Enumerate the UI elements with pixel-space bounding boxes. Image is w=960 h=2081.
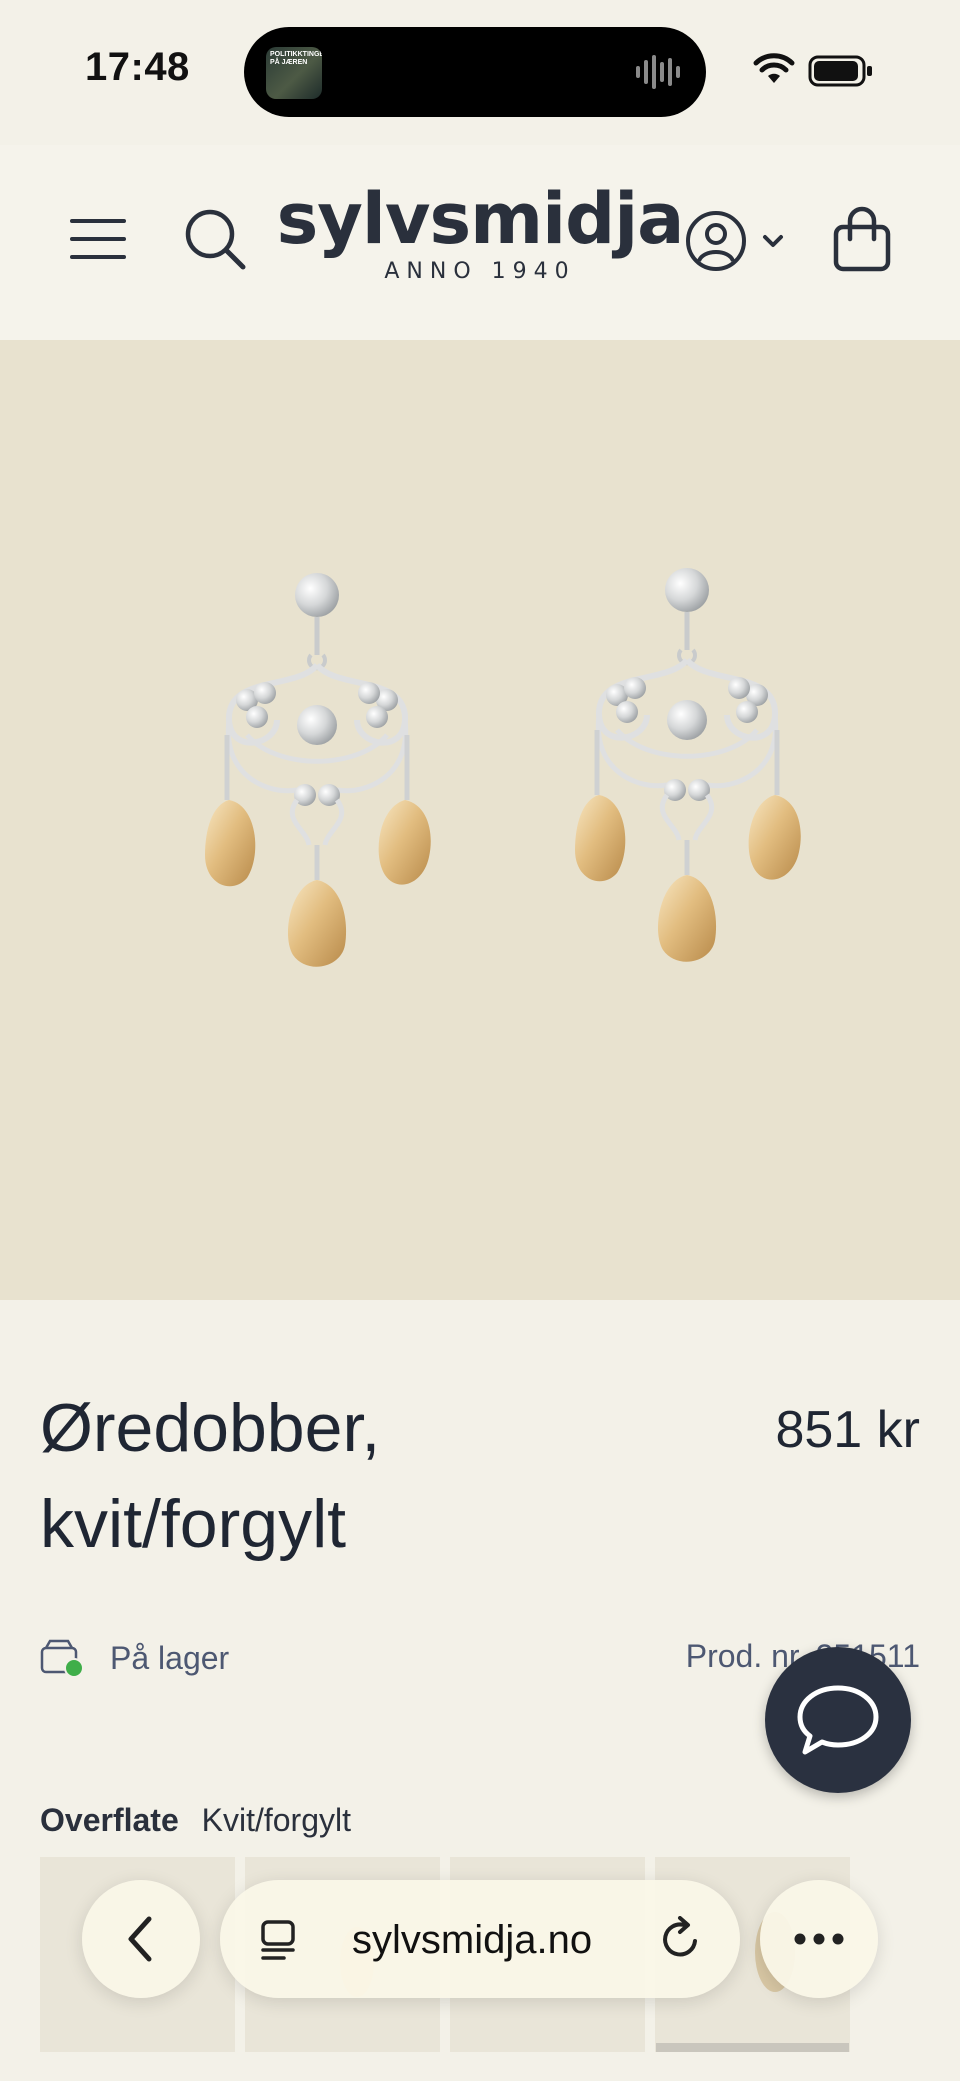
account-button[interactable]	[685, 208, 789, 274]
site-header: sylvsmidja ANNO 1940	[0, 145, 960, 341]
battery-icon	[808, 55, 872, 87]
url-text: sylvsmidja.no	[352, 1918, 593, 1962]
product-title-line-2: kvit/forgylt	[40, 1486, 347, 1562]
product-title-line-1: Øredobber,	[40, 1390, 381, 1466]
address-bar[interactable]: sylvsmidja.no	[220, 1880, 740, 1998]
reader-icon[interactable]	[258, 1918, 302, 1962]
status-time: 17:48	[85, 45, 190, 89]
earrings-image	[0, 340, 960, 1300]
thumbnail-text: POLITIKKTINGET PÅ JÆREN	[270, 51, 322, 66]
option-value: Kvit/forgylt	[201, 1802, 351, 1838]
cart-icon	[833, 206, 891, 272]
chat-bubble-icon	[797, 1685, 879, 1755]
audio-waveform-icon	[636, 55, 680, 89]
stock-box-icon	[40, 1639, 84, 1678]
option-label: Overflate	[40, 1802, 179, 1838]
account-icon	[686, 211, 783, 271]
wifi-icon	[753, 53, 795, 83]
status-bar: 17:48 POLITIKKTINGET PÅ JÆREN	[0, 0, 960, 145]
now-playing-thumbnail: POLITIKKTINGET PÅ JÆREN	[266, 47, 322, 99]
logo-wordmark: sylvsmidja	[276, 178, 685, 260]
site-logo[interactable]: sylvsmidja ANNO 1940	[0, 181, 960, 284]
stock-status: På lager	[40, 1638, 229, 1678]
dynamic-island[interactable]: POLITIKKTINGET PÅ JÆREN	[244, 27, 706, 117]
browser-back-button[interactable]	[82, 1880, 200, 1998]
product-title: Øredobber, kvit/forgylt	[40, 1380, 600, 1572]
cart-button[interactable]	[832, 205, 892, 273]
product-price: 851 kr	[775, 1401, 920, 1459]
logo-tagline: ANNO 1940	[384, 259, 576, 284]
browser-more-button[interactable]	[760, 1880, 878, 1998]
stock-text: På lager	[110, 1639, 230, 1676]
more-icon	[794, 1933, 844, 1945]
product-image[interactable]	[0, 340, 960, 1300]
reload-icon[interactable]	[658, 1916, 704, 1962]
option-row: Overflate Kvit/forgylt	[40, 1802, 351, 1839]
back-icon	[128, 1916, 152, 1962]
chat-button[interactable]	[765, 1647, 911, 1793]
variant-selected-indicator	[656, 2043, 849, 2052]
